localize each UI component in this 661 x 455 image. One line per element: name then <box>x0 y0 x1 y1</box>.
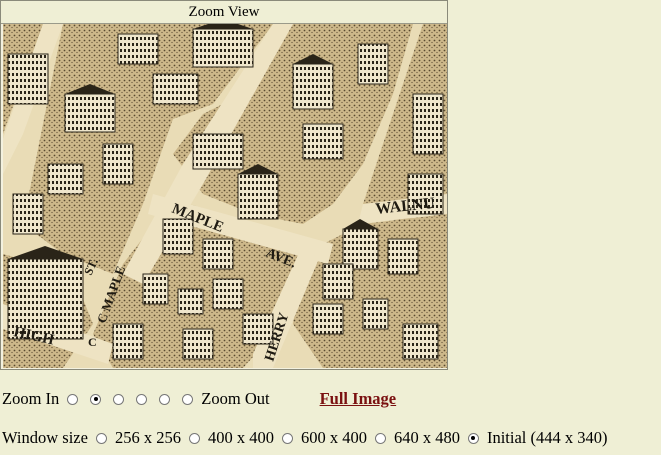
viewer-title: Zoom View <box>1 1 447 24</box>
zoom-level-5-radio[interactable] <box>159 393 171 405</box>
window-size-256-radio[interactable] <box>95 432 107 444</box>
window-size-400-label: 400 x 400 <box>207 428 274 447</box>
zoom-level-4-radio[interactable] <box>136 393 148 405</box>
window-size-initial-radio[interactable] <box>467 432 479 444</box>
window-size-initial-label: Initial (444 x 340) <box>486 428 608 447</box>
window-size-640-label: 640 x 480 <box>393 428 460 447</box>
zoom-level-6-radio[interactable] <box>182 393 194 405</box>
window-size-controls: Window size 256 x 256 400 x 400 600 x 40… <box>0 428 609 448</box>
window-size-256-label: 256 x 256 <box>114 428 181 447</box>
zoom-level-3-radio[interactable] <box>113 393 125 405</box>
window-size-600-radio[interactable] <box>281 432 293 444</box>
zoom-level-1-radio[interactable] <box>67 393 79 405</box>
window-size-400-radio[interactable] <box>188 432 200 444</box>
zoom-controls: Zoom In Zoom Out Full Image <box>0 389 396 409</box>
map-label-c: C <box>88 335 97 349</box>
window-size-600-label: 600 x 400 <box>300 428 367 447</box>
full-image-link[interactable]: Full Image <box>320 389 397 409</box>
map-image[interactable]: MAPLE AVE. WALNU ST. C MAPLE HIGH HERRY … <box>3 24 447 368</box>
window-size-label: Window size <box>2 428 88 447</box>
zoom-viewer: Zoom View MAPLE AVE. WALNU ST. C MAPLE H… <box>0 0 448 370</box>
window-size-640-radio[interactable] <box>374 432 386 444</box>
zoom-out-label: Zoom Out <box>201 389 270 408</box>
zoom-in-label: Zoom In <box>2 389 60 408</box>
zoom-level-2-radio[interactable] <box>90 393 102 405</box>
